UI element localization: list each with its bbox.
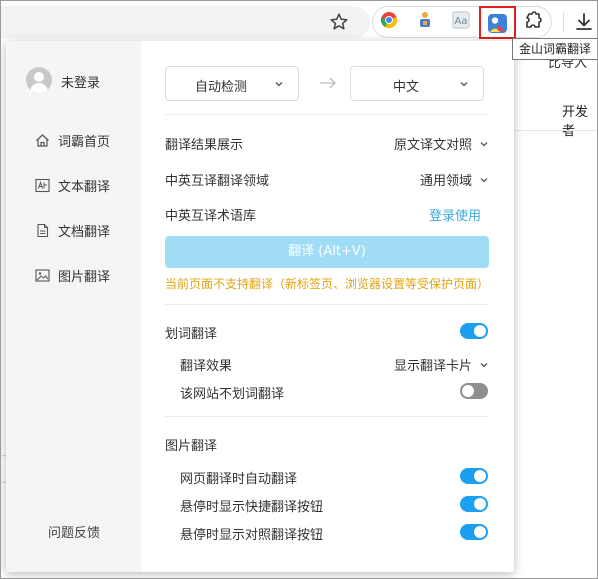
word-translate-toggle[interactable]	[460, 323, 488, 339]
target-language-value: 中文	[392, 80, 419, 95]
sidebar-item-label: 文本翻译	[58, 179, 111, 195]
sidebar-item-label: 文档翻译	[58, 224, 111, 240]
active-extension-highlight[interactable]	[479, 6, 516, 39]
auto-translate-label: 网页翻译时自动翻译	[180, 472, 298, 487]
result-display-value: 原文译文对照	[393, 138, 472, 153]
image-icon	[35, 268, 50, 282]
chevron-down-icon	[480, 362, 488, 367]
no-site-toggle[interactable]	[460, 383, 488, 399]
chrome-extension-icon[interactable]	[379, 10, 399, 30]
domain-value: 通用领域	[419, 174, 472, 189]
feedback-link[interactable]: 问题反馈	[48, 522, 100, 541]
divider	[165, 114, 489, 115]
puzzle-figure-extension-icon[interactable]	[415, 10, 435, 30]
puzzle-extensions-icon[interactable]	[523, 11, 543, 31]
divider	[165, 304, 489, 305]
sidebar-item-label: 图片翻译	[58, 269, 111, 285]
chevron-down-icon	[480, 141, 488, 146]
toolbar-separator	[563, 12, 564, 32]
svg-text:Aa: Aa	[455, 16, 468, 27]
effect-select[interactable]: 显示翻译卡片	[394, 355, 489, 374]
document-icon	[37, 223, 49, 237]
domain-select[interactable]: 通用领域	[420, 170, 489, 189]
address-bar[interactable]	[0, 6, 370, 38]
arrow-right-icon	[320, 77, 336, 89]
chevron-down-icon	[460, 82, 468, 87]
sidebar-item-home[interactable]: 词霸首页	[35, 130, 110, 150]
hover-quick-button-toggle[interactable]	[460, 496, 488, 512]
extension-tooltip: 金山词霸翻译	[512, 38, 598, 60]
browser-toolbar: Aa	[0, 0, 598, 44]
sidebar-item-label: 词霸首页	[58, 134, 111, 150]
avatar[interactable]	[26, 67, 52, 93]
popup-main: 自动检测 中文 翻译结果展示 原文译文对照 中英互译翻译领域 通用领域 中英互译…	[141, 41, 514, 572]
result-display-select[interactable]: 原文译文对照	[394, 134, 489, 153]
background-text-developer: 开发者	[562, 105, 589, 139]
login-status[interactable]: 未登录	[61, 72, 100, 91]
hover-quick-button-label: 悬停时显示快捷翻译按钮	[180, 500, 324, 515]
star-icon[interactable]	[329, 12, 349, 32]
word-translate-title: 划词翻译	[165, 327, 218, 342]
effect-value: 显示翻译卡片	[393, 359, 472, 374]
image-translate-title: 图片翻译	[165, 439, 218, 454]
domain-label: 中英互译翻译领域	[165, 174, 270, 189]
chevron-down-icon	[275, 82, 283, 87]
hover-compare-button-label: 悬停时显示对照翻译按钮	[180, 528, 324, 543]
source-language-select[interactable]: 自动检测	[165, 66, 299, 101]
sidebar-item-text-translate[interactable]: 文本翻译	[35, 175, 110, 195]
background-divider	[514, 130, 598, 131]
source-language-value: 自动检测	[194, 80, 247, 95]
text-translate-icon	[35, 178, 50, 192]
sidebar-item-image-translate[interactable]: 图片翻译	[35, 265, 110, 285]
popup-sidebar: 未登录 词霸首页 文本翻译 文档翻译 图片翻译 问题反馈	[6, 41, 141, 572]
termbase-login-link[interactable]: 登录使用	[429, 205, 481, 224]
target-language-select[interactable]: 中文	[350, 66, 484, 101]
home-icon	[36, 133, 49, 147]
translate-button[interactable]: 翻译 (Alt+V)	[165, 236, 489, 268]
termbase-label: 中英互译术语库	[165, 209, 257, 224]
download-icon[interactable]	[573, 11, 595, 33]
font-extension-icon[interactable]: Aa	[451, 10, 471, 30]
no-site-label: 该网站不划词翻译	[180, 387, 285, 402]
unsupported-page-warning: 当前页面不支持翻译（新标签页、浏览器设置等受保护页面）	[165, 277, 490, 291]
translator-popup: 未登录 词霸首页 文本翻译 文档翻译 图片翻译 问题反馈 自动检测 中文 翻译结…	[6, 41, 514, 572]
chevron-down-icon	[480, 177, 488, 182]
auto-translate-toggle[interactable]	[460, 468, 488, 484]
jinshan-ciba-extension-icon[interactable]	[487, 13, 508, 34]
sidebar-item-document-translate[interactable]: 文档翻译	[35, 220, 110, 240]
effect-label: 翻译效果	[180, 359, 233, 374]
divider	[165, 416, 489, 417]
hover-compare-button-toggle[interactable]	[460, 524, 488, 540]
result-display-label: 翻译结果展示	[165, 138, 244, 153]
